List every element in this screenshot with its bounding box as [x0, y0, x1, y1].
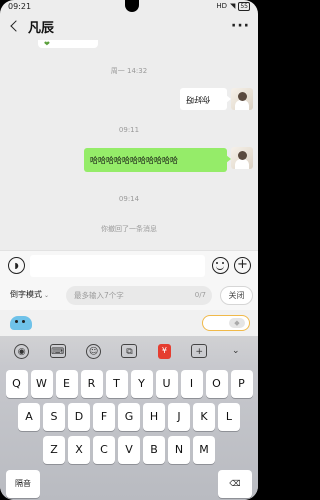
- keyboard: ◆ ◉ ⌨ ☺ ⧉ ¥ + ⌄ Q W E R T Y U I O P A S: [0, 310, 258, 500]
- keyboard-top-bar: ◆: [0, 310, 258, 336]
- key-d[interactable]: D: [68, 403, 90, 431]
- message-text: 你好呀: [186, 94, 210, 104]
- collapse-icon[interactable]: ⌄: [228, 344, 244, 358]
- key-a[interactable]: A: [18, 403, 40, 431]
- key-y[interactable]: Y: [130, 370, 153, 398]
- status-icons: HD ◥ 55: [216, 1, 250, 11]
- key-f[interactable]: F: [93, 403, 115, 431]
- input-bar: ◗ +: [0, 250, 258, 280]
- mascot-icon[interactable]: [10, 316, 32, 330]
- mode-input-wrap: 0/7: [66, 286, 212, 305]
- key-o[interactable]: O: [205, 370, 228, 398]
- key-row-4: 隔音 ⌫: [0, 470, 258, 498]
- message-text: 哈哈哈哈哈哈哈哈哈哈哈: [90, 155, 178, 165]
- mode-label: 倒字模式: [10, 290, 42, 299]
- key-z[interactable]: Z: [43, 436, 65, 464]
- keyboard-toolbar: ◉ ⌨ ☺ ⧉ ¥ + ⌄: [0, 336, 258, 366]
- key-h[interactable]: H: [143, 403, 165, 431]
- key-r[interactable]: R: [80, 370, 103, 398]
- key-v[interactable]: V: [118, 436, 140, 464]
- key-w[interactable]: W: [30, 370, 53, 398]
- diamond-icon: ◆: [229, 318, 245, 328]
- plus-icon[interactable]: +: [234, 257, 251, 274]
- timestamp: 09:14: [118, 195, 140, 203]
- key-j[interactable]: J: [168, 403, 190, 431]
- key-row-1: Q W E R T Y U I O P: [0, 370, 258, 398]
- key-e[interactable]: E: [55, 370, 78, 398]
- key-g[interactable]: G: [118, 403, 140, 431]
- avatar[interactable]: [231, 147, 253, 169]
- signal-icon: HD: [216, 2, 227, 10]
- keyboard-icon[interactable]: ⌨: [49, 344, 66, 358]
- gif-icon[interactable]: ⧉: [121, 344, 138, 358]
- key-i[interactable]: I: [180, 370, 203, 398]
- key-m[interactable]: M: [193, 436, 215, 464]
- key-c[interactable]: C: [93, 436, 115, 464]
- heart-icon: ❤: [44, 40, 50, 48]
- chat-header: 凡辰 ···: [0, 12, 258, 40]
- emoji-icon[interactable]: ☺: [86, 343, 102, 359]
- partial-message-bubble: ❤: [38, 40, 98, 48]
- char-counter: 0/7: [194, 291, 206, 299]
- timestamp: 周一 14:32: [110, 67, 148, 75]
- chat-title: 凡辰: [28, 20, 55, 36]
- backspace-icon[interactable]: ⌫: [218, 470, 252, 498]
- voice-icon[interactable]: ◗: [8, 257, 25, 274]
- close-button[interactable]: 关闭: [220, 286, 253, 305]
- chat-area[interactable]: ❤ 周一 14:32 你好呀 09:11 哈哈哈哈哈哈哈哈哈哈哈 09:14 你…: [0, 40, 258, 250]
- avatar[interactable]: [231, 88, 253, 110]
- key-row-2: A S D F G H J K L: [0, 403, 258, 431]
- key-n[interactable]: N: [168, 436, 190, 464]
- owl-icon[interactable]: ◉: [14, 343, 30, 359]
- wifi-icon: ◥: [229, 2, 236, 10]
- key-mute[interactable]: 隔音: [6, 470, 40, 498]
- key-u[interactable]: U: [155, 370, 178, 398]
- key-k[interactable]: K: [193, 403, 215, 431]
- key-b[interactable]: B: [143, 436, 165, 464]
- key-s[interactable]: S: [43, 403, 65, 431]
- battery-icon: 55: [238, 1, 250, 11]
- mode-selector[interactable]: 倒字模式 ⌄: [10, 289, 49, 300]
- phone-screen: 09:21 HD ◥ 55 凡辰 ··· ❤ 周一 14:32 你好呀 09:1…: [0, 0, 258, 500]
- upside-down-mode-bar: 倒字模式⌄ 0/7 关闭: [0, 280, 258, 310]
- folder-plus-icon[interactable]: +: [191, 344, 208, 358]
- key-row-3: Z X C V B N M: [0, 436, 258, 464]
- chevron-down-icon: ⌄: [44, 292, 50, 299]
- skin-toggle[interactable]: ◆: [202, 315, 250, 331]
- key-p[interactable]: P: [230, 370, 253, 398]
- more-icon[interactable]: ···: [231, 18, 250, 34]
- back-icon[interactable]: [8, 19, 22, 33]
- timestamp: 09:11: [118, 126, 140, 134]
- emoji-icon[interactable]: [212, 257, 229, 274]
- status-time: 09:21: [8, 1, 32, 11]
- key-t[interactable]: T: [105, 370, 128, 398]
- upside-down-text-input[interactable]: [74, 286, 184, 305]
- recall-notice: 你撤回了一条消息: [101, 225, 157, 233]
- key-q[interactable]: Q: [5, 370, 28, 398]
- key-l[interactable]: L: [218, 403, 240, 431]
- message-bubble-green[interactable]: 哈哈哈哈哈哈哈哈哈哈哈: [84, 148, 231, 172]
- message-bubble-flipped[interactable]: 你好呀: [180, 88, 231, 110]
- red-envelope-icon[interactable]: ¥: [157, 343, 171, 359]
- key-x[interactable]: X: [68, 436, 90, 464]
- message-input[interactable]: [30, 255, 205, 277]
